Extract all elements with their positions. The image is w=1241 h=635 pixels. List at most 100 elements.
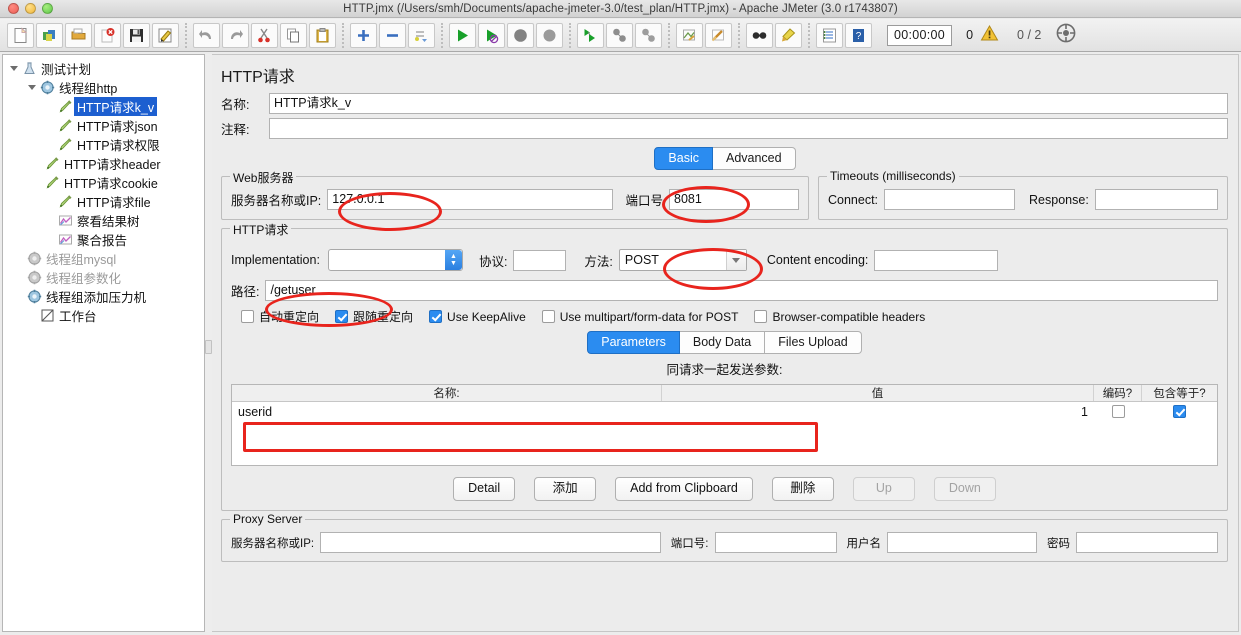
new-template-icon[interactable] [36,22,63,48]
option-checkbox[interactable]: 自动重定向 [241,308,319,325]
cut-icon[interactable] [251,22,278,48]
clear-all-icon[interactable] [705,22,732,48]
column-header-name[interactable]: 名称: [232,385,662,401]
comment-input[interactable] [269,118,1228,139]
tree-node[interactable]: HTTP请求json [7,116,204,135]
redo-icon[interactable] [222,22,249,48]
tree-node[interactable]: 工作台 [7,306,204,325]
undo-icon[interactable] [193,22,220,48]
tree-node[interactable]: HTTP请求cookie [7,173,204,192]
toolbar-group-run [448,22,564,49]
option-checkbox[interactable]: Use multipart/form-data for POST [541,310,738,324]
new-file-icon[interactable] [7,22,34,48]
search-reset-icon[interactable] [775,22,802,48]
tab-parameters[interactable]: Parameters [587,331,680,354]
parameters-table[interactable]: 名称: 值 编码? 包含等于? userid 1 [231,384,1218,466]
response-input[interactable] [1094,189,1218,210]
column-header-include-equals[interactable]: 包含等于? [1142,385,1217,401]
option-checkbox[interactable]: Use KeepAlive [429,310,526,324]
param-button[interactable]: 删除 [771,477,834,501]
checkbox-checked-icon[interactable] [1173,405,1186,418]
collapse-icon[interactable] [379,22,406,48]
toggle-icon[interactable] [408,22,435,48]
tree-node[interactable]: HTTP请求header [7,154,204,173]
http-sampler-icon [43,155,61,172]
tree-toggle-down-icon[interactable] [25,78,38,97]
tree-toggle-down-icon[interactable] [7,59,20,78]
test-plan-tree[interactable]: 测试计划 线程组http HTTP请求k_v HTTP请求json HTTP请求权限 HT… [3,55,204,325]
split-divider-handle[interactable] [205,340,212,354]
content-encoding-input[interactable] [874,249,999,271]
checkbox-checked-icon[interactable] [429,310,443,323]
stop-icon[interactable] [507,22,534,48]
toolbar-group-tree [349,22,436,49]
parameters-table-body[interactable]: userid 1 [232,402,1217,421]
remote-start-all-icon[interactable] [577,22,604,48]
tree-node[interactable]: 察看结果树 [7,211,204,230]
save-icon[interactable] [123,22,150,48]
proxy-username-input[interactable] [887,532,1037,553]
cell-value[interactable]: 1 [662,402,1094,421]
search-icon[interactable] [746,22,773,48]
proxy-server-name-input[interactable] [320,532,661,553]
param-button[interactable]: Detail [453,477,516,501]
tab-basic[interactable]: Basic [654,147,713,170]
param-button[interactable]: Add from Clipboard [615,477,753,501]
remote-stop-all-icon[interactable] [606,22,633,48]
comment-row: 注释: [212,118,1238,139]
copy-icon[interactable] [280,22,307,48]
tree-node[interactable]: HTTP请求k_v [7,97,204,116]
start-icon[interactable] [449,22,476,48]
server-name-input[interactable]: 127.0.0.1 [327,189,614,210]
option-checkbox[interactable]: 跟随重定向 [335,308,413,325]
column-header-encode[interactable]: 编码? [1094,385,1142,401]
cell-include-equals[interactable] [1142,402,1217,421]
cell-encode[interactable] [1094,402,1142,421]
proxy-port-input[interactable] [714,532,837,553]
port-input[interactable]: 8081 [669,189,799,210]
connect-input[interactable] [884,189,1016,210]
tree-node[interactable]: 线程组http [7,78,204,97]
tree-node[interactable]: HTTP请求file [7,192,204,211]
clear-icon[interactable] [676,22,703,48]
paste-icon[interactable] [309,22,336,48]
help-icon[interactable]: ? [845,22,872,48]
tab-files-upload[interactable]: Files Upload [765,331,862,354]
checkbox-checked-icon[interactable] [335,310,349,323]
tab-advanced[interactable]: Advanced [712,147,796,170]
checkbox-unchecked-icon[interactable] [754,310,768,323]
method-select[interactable]: POST [618,249,747,271]
checkbox-unchecked-icon[interactable] [241,310,254,323]
remote-shutdown-all-icon[interactable] [635,22,662,48]
implementation-select[interactable]: ▲ ▼ [327,249,463,271]
checkbox-unchecked-icon[interactable] [541,310,555,323]
proxy-password-input[interactable] [1076,532,1218,553]
tree-node[interactable]: HTTP请求权限 [7,135,204,154]
path-input[interactable]: /getuser [265,280,1218,301]
shutdown-icon[interactable] [536,22,563,48]
tree-node[interactable]: 聚合报告 [7,230,204,249]
warning-triangle-icon[interactable] [980,24,999,47]
option-checkbox[interactable]: Browser-compatible headers [754,310,925,324]
http-sampler-icon [56,136,74,153]
checkbox-unchecked-icon[interactable] [1111,405,1125,418]
tree-node[interactable]: 线程组添加压力机 [7,287,204,306]
tree-node[interactable]: 测试计划 [7,59,204,78]
table-row[interactable]: userid 1 [232,402,1217,421]
function-helper-icon[interactable] [816,22,843,48]
name-input[interactable]: HTTP请求k_v [269,93,1228,114]
column-header-value[interactable]: 值 [662,385,1094,401]
save-as-icon[interactable] [152,22,179,48]
tab-body-data[interactable]: Body Data [679,331,766,354]
cell-name[interactable]: userid [232,402,662,421]
start-no-pauses-icon[interactable] [478,22,505,48]
tree-node[interactable]: 线程组mysql [7,249,204,268]
test-plan-tree-panel[interactable]: 测试计划 线程组http HTTP请求k_v HTTP请求json HTTP请求权限 HT… [2,54,205,632]
open-icon[interactable] [65,22,92,48]
protocol-input[interactable] [513,249,567,271]
tree-node[interactable]: 线程组参数化 [7,268,204,287]
close-icon[interactable] [94,22,121,48]
param-button[interactable]: 添加 [534,477,597,501]
globe-icon[interactable] [1055,22,1077,49]
expand-icon[interactable] [350,22,377,48]
